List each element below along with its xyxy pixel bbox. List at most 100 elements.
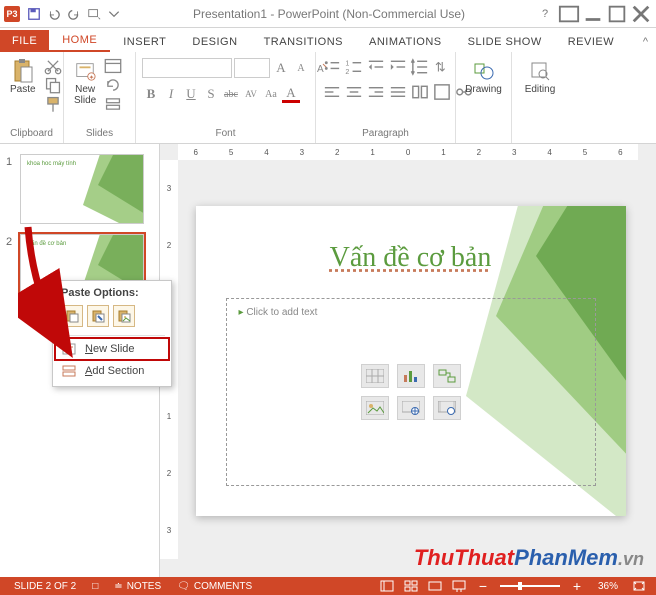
content-placeholder-box[interactable]: Click to add text	[226, 298, 596, 486]
change-case-button[interactable]: Aa	[262, 85, 280, 103]
insert-smartart-icon[interactable]	[433, 364, 461, 388]
qat-redo-icon[interactable]	[64, 4, 84, 24]
tab-file[interactable]: FILE	[0, 30, 49, 52]
strike-button[interactable]: abc	[222, 85, 240, 103]
zoom-level[interactable]: 36%	[590, 581, 626, 592]
qat-customize-icon[interactable]	[104, 4, 124, 24]
bold-button[interactable]: B	[142, 85, 160, 103]
thumb-number: 2	[6, 234, 20, 304]
align-text-icon[interactable]	[432, 83, 452, 101]
ribbon-collapse-icon[interactable]: ^	[635, 32, 656, 52]
font-name-select[interactable]	[142, 58, 232, 78]
slide-edit-area: 6543210123456 3210123 Vấn đề cơ bản Clic…	[160, 144, 656, 577]
layout-icon[interactable]	[104, 58, 122, 74]
drawing-button[interactable]: Drawing	[461, 58, 506, 97]
tab-design[interactable]: DESIGN	[179, 32, 250, 52]
insert-chart-icon[interactable]	[397, 364, 425, 388]
editing-button[interactable]: Editing	[521, 58, 560, 97]
svg-text:1: 1	[345, 60, 349, 68]
line-spacing-icon[interactable]	[410, 58, 430, 76]
editing-label: Editing	[525, 84, 556, 95]
group-paragraph-label: Paragraph	[322, 128, 449, 141]
thumb-number: 1	[6, 154, 20, 224]
notes-toggle[interactable]: ≐ NOTES	[106, 581, 169, 592]
language-indicator[interactable]: □	[84, 581, 106, 592]
svg-text:✦: ✦	[89, 74, 94, 81]
cut-icon[interactable]	[44, 58, 62, 74]
align-right-icon[interactable]	[366, 83, 386, 101]
ribbon: Paste Clipboard ✦ New Slide Slides	[0, 52, 656, 144]
content-media-icons	[361, 364, 461, 420]
underline-button[interactable]: U	[182, 85, 200, 103]
text-direction-icon[interactable]: ⇅	[432, 58, 452, 76]
tab-insert[interactable]: INSERT	[110, 32, 179, 52]
content-placeholder-text: Click to add text	[239, 307, 583, 318]
paste-picture-icon[interactable]	[113, 305, 135, 327]
section-icon[interactable]	[104, 96, 122, 112]
sorter-view-icon[interactable]	[400, 578, 422, 594]
ctx-new-slide[interactable]: New Slide	[55, 338, 169, 360]
bullets-icon[interactable]	[322, 58, 342, 76]
display-options-icon[interactable]	[558, 4, 580, 24]
fit-to-window-icon[interactable]	[628, 578, 650, 594]
slide-title[interactable]: Vấn đề cơ bản	[196, 242, 626, 274]
font-size-select[interactable]	[234, 58, 270, 78]
group-slides-label: Slides	[70, 128, 129, 141]
align-center-icon[interactable]	[344, 83, 364, 101]
align-left-icon[interactable]	[322, 83, 342, 101]
normal-view-icon[interactable]	[376, 578, 398, 594]
help-icon[interactable]: ?	[534, 4, 556, 24]
paste-icon	[12, 60, 34, 82]
qat-undo-icon[interactable]	[44, 4, 64, 24]
zoom-in-icon[interactable]: +	[566, 578, 588, 594]
zoom-out-icon[interactable]: −	[472, 578, 494, 594]
shadow-button[interactable]: S	[202, 85, 220, 103]
copy-icon[interactable]	[44, 77, 62, 93]
group-slides: ✦ New Slide Slides	[64, 52, 136, 143]
paste-dest-theme-icon[interactable]	[61, 305, 83, 327]
paste-button[interactable]: Paste	[6, 58, 40, 97]
insert-video-icon[interactable]	[433, 396, 461, 420]
svg-text:2: 2	[345, 68, 349, 76]
tab-slideshow[interactable]: SLIDE SHOW	[455, 32, 555, 52]
comments-toggle[interactable]: 🗨 COMMENTS	[169, 581, 260, 592]
qat-startfrom-icon[interactable]	[84, 4, 104, 24]
tab-home[interactable]: HOME	[49, 30, 110, 52]
close-icon[interactable]	[630, 4, 652, 24]
insert-picture-icon[interactable]	[361, 396, 389, 420]
new-slide-button[interactable]: ✦ New Slide	[70, 58, 100, 108]
ctx-add-section[interactable]: Add Section	[55, 360, 169, 382]
maximize-icon[interactable]	[606, 4, 628, 24]
new-slide-icon: ✦	[74, 60, 96, 82]
tab-transitions[interactable]: TRANSITIONS	[251, 32, 356, 52]
increase-indent-icon[interactable]	[388, 58, 408, 76]
shrink-font-icon[interactable]: A	[292, 59, 310, 77]
find-icon	[529, 60, 551, 82]
grow-font-icon[interactable]: A	[272, 59, 290, 77]
minimize-icon[interactable]	[582, 4, 604, 24]
qat-save-icon[interactable]	[24, 4, 44, 24]
slide-count[interactable]: SLIDE 2 OF 2	[6, 581, 84, 592]
numbering-icon[interactable]: 12	[344, 58, 364, 76]
slideshow-view-icon[interactable]	[448, 578, 470, 594]
context-menu: Paste Options: New Slide Add Section	[52, 280, 172, 387]
zoom-slider[interactable]	[500, 585, 560, 587]
tab-review[interactable]: REVIEW	[555, 32, 627, 52]
thumbnail-1[interactable]: 1 khoa hoc máy tính	[0, 152, 159, 232]
justify-icon[interactable]	[388, 83, 408, 101]
decrease-indent-icon[interactable]	[366, 58, 386, 76]
paste-keep-source-icon[interactable]	[87, 305, 109, 327]
insert-online-picture-icon[interactable]	[397, 396, 425, 420]
spacing-button[interactable]: AV	[242, 85, 260, 103]
reading-view-icon[interactable]	[424, 578, 446, 594]
tab-animations[interactable]: ANIMATIONS	[356, 32, 455, 52]
slide-canvas[interactable]: Vấn đề cơ bản Click to add text	[196, 206, 626, 516]
reset-icon[interactable]	[104, 77, 122, 93]
paste-options-header: Paste Options:	[55, 285, 169, 303]
italic-button[interactable]: I	[162, 85, 180, 103]
font-color-button[interactable]: A	[282, 85, 300, 103]
insert-table-icon[interactable]	[361, 364, 389, 388]
columns-icon[interactable]	[410, 83, 430, 101]
new-slide-icon	[61, 342, 77, 356]
format-painter-icon[interactable]	[44, 96, 62, 112]
